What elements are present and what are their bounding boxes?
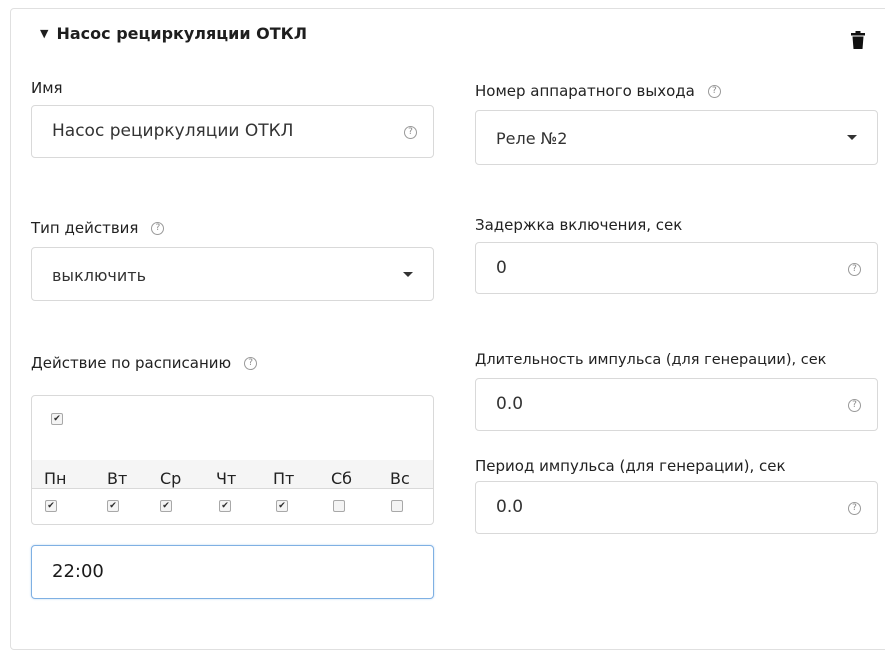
pulse-period-label: Период импульса (для генерации), сек <box>475 457 786 475</box>
weekday-label-wed: Ср <box>160 469 182 488</box>
help-icon[interactable]: ? <box>244 356 258 370</box>
help-icon[interactable]: ? <box>707 84 721 98</box>
pulse-period-input[interactable]: 0.0 ? <box>475 481 878 534</box>
chevron-down-icon <box>403 272 413 277</box>
weekday-label-mon: Пн <box>44 469 67 488</box>
caret-down-icon[interactable]: ▼ <box>40 27 48 40</box>
action-type-select[interactable]: выключить <box>31 247 434 301</box>
name-input[interactable]: Насос рециркуляции ОТКЛ ? <box>31 105 434 158</box>
enable-delay-value: 0 <box>496 258 507 278</box>
pulse-duration-value: 0.0 <box>496 394 524 414</box>
chevron-down-icon <box>847 135 857 140</box>
weekday-checkbox-wed[interactable]: ✔ <box>160 500 172 512</box>
weekday-checkbox-fri[interactable]: ✔ <box>276 500 288 512</box>
schedule-enabled-checkbox[interactable]: ✔ <box>51 413 63 425</box>
enable-delay-input[interactable]: 0 ? <box>475 242 878 294</box>
weekday-label-thu: Чт <box>216 469 237 488</box>
help-icon[interactable]: ? <box>848 263 861 276</box>
help-icon[interactable]: ? <box>404 126 417 139</box>
weekday-checkbox-mon[interactable]: ✔ <box>45 500 57 512</box>
name-value: Насос рециркуляции ОТКЛ <box>52 121 294 141</box>
weekday-label-fri: Пт <box>273 469 295 488</box>
schedule-time-input[interactable]: 22:00 <box>31 545 434 599</box>
card-header[interactable]: ▼ Насос рециркуляции ОТКЛ <box>40 24 307 43</box>
weekday-label-tue: Вт <box>107 469 128 488</box>
schedule-label: Действие по расписанию ? <box>31 354 258 372</box>
pulse-duration-label: Длительность импульса (для генерации), с… <box>475 352 827 368</box>
weekday-checkbox-sat[interactable] <box>333 500 345 512</box>
name-label: Имя <box>31 79 63 97</box>
hardware-output-value: Реле №2 <box>496 129 568 148</box>
weekday-checkbox-sun[interactable] <box>391 500 403 512</box>
hardware-output-label: Номер аппаратного выхода ? <box>475 82 721 100</box>
help-icon[interactable]: ? <box>151 221 165 235</box>
help-icon[interactable]: ? <box>848 399 861 412</box>
pulse-period-value: 0.0 <box>496 497 524 517</box>
action-type-label: Тип действия ? <box>31 219 165 237</box>
action-type-value: выключить <box>52 266 147 285</box>
weekday-checkbox-tue[interactable]: ✔ <box>107 500 119 512</box>
weekday-checkbox-thu[interactable]: ✔ <box>219 500 231 512</box>
card-title: Насос рециркуляции ОТКЛ <box>56 24 308 43</box>
divider <box>32 488 433 489</box>
help-icon[interactable]: ? <box>848 502 861 515</box>
weekday-label-sun: Вс <box>390 469 410 488</box>
enable-delay-label: Задержка включения, сек <box>475 216 683 234</box>
schedule-time-value: 22:00 <box>52 561 104 582</box>
hardware-output-select[interactable]: Реле №2 <box>475 110 878 165</box>
pulse-duration-input[interactable]: 0.0 ? <box>475 378 878 431</box>
weekday-label-sat: Сб <box>331 469 353 488</box>
trash-icon[interactable] <box>851 31 865 49</box>
